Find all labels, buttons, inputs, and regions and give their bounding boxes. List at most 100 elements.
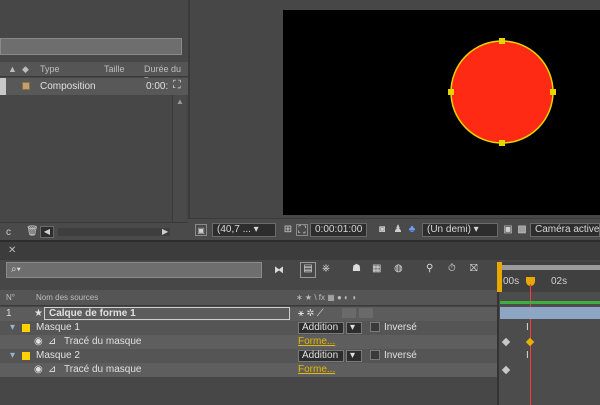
always-preview-icon[interactable]: ▣ xyxy=(195,224,207,236)
project-footer: c 🗑 ◀ ▶ xyxy=(0,222,188,240)
motion-blur-icon[interactable]: ◍ xyxy=(394,263,403,274)
mask-inverted-checkbox[interactable] xyxy=(370,350,380,360)
scroll-up-arrow-icon[interactable]: ▲ xyxy=(176,97,184,106)
shape-layer-star-icon: ★ xyxy=(34,308,43,319)
label-color-swatch[interactable] xyxy=(22,82,30,90)
mask-vertex-top[interactable] xyxy=(499,38,505,44)
switch-slot-b[interactable] xyxy=(359,308,373,318)
mask-path-name: Tracé du masque xyxy=(64,336,142,347)
timeline-column-header: N° Nom des sources ∗ ★ \ fx ▦ ● ◐ ◑ xyxy=(0,290,497,306)
mask-row[interactable]: ▾ Masque 2 Addition ▾ Inversé xyxy=(0,349,497,363)
show-snapshot-icon[interactable]: ♟ xyxy=(392,224,404,236)
live-update-icon[interactable]: ▤ xyxy=(300,262,316,278)
mask-path-name: Tracé du masque xyxy=(64,364,142,375)
mask-vertex-right[interactable] xyxy=(550,89,556,95)
column-size[interactable]: Taille xyxy=(104,64,125,74)
project-horizontal-scrollbar[interactable] xyxy=(58,228,170,236)
composition-viewer[interactable] xyxy=(283,10,600,215)
fit-frame-icon[interactable]: ⊞ xyxy=(282,224,294,236)
timecode-display[interactable]: 0:00:01:00 xyxy=(310,223,368,237)
mask-row[interactable]: ▾ Masque 1 Addition ▾ Inversé xyxy=(0,321,497,335)
mask-mode-dropdown[interactable]: Addition xyxy=(298,322,344,334)
stopwatch-icon[interactable]: ⏱ xyxy=(448,263,456,274)
close-tab-icon[interactable]: ✕ xyxy=(8,245,16,256)
mask-inverted-label: Inversé xyxy=(384,322,417,333)
channel-rgb-icon[interactable]: ♣ xyxy=(406,224,418,236)
render-bar xyxy=(500,301,600,304)
resolution-value: (Un demi) xyxy=(427,224,471,235)
mask-mode-arrow-icon[interactable]: ▾ xyxy=(346,322,362,334)
layer-name-field[interactable]: Calque de forme 1 xyxy=(44,307,290,320)
mask-mode-dropdown[interactable]: Addition xyxy=(298,350,344,362)
mask-path-value[interactable]: Forme... xyxy=(298,364,335,375)
keyframe-beam-icon: I xyxy=(526,350,529,361)
mask-name[interactable]: Masque 2 xyxy=(36,350,80,361)
mask-path-row[interactable]: ◉ ⊿ Tracé du masque Forme... xyxy=(0,363,497,377)
path-icon: ⊿ xyxy=(48,364,57,375)
resolution-dropdown[interactable]: (Un demi) ▾ xyxy=(422,223,498,237)
time-label-2s: 02s xyxy=(551,276,568,287)
search-icon: ⌕▾ xyxy=(11,264,21,275)
row-selection-edge xyxy=(0,78,6,95)
project-item-name: Composition xyxy=(40,81,96,92)
column-number[interactable]: N° xyxy=(6,293,15,302)
trash-icon[interactable]: 🗑 xyxy=(26,226,39,237)
brainstorm-icon[interactable]: ⛝ xyxy=(470,263,478,274)
shape-layer-circle[interactable] xyxy=(450,40,554,144)
column-switches[interactable]: ∗ ★ \ fx ▦ ● ◐ ◑ xyxy=(296,293,356,302)
camera-dropdown[interactable]: Caméra active xyxy=(530,223,600,237)
column-source-name[interactable]: Nom des sources xyxy=(36,293,98,302)
mask-color-swatch[interactable] xyxy=(22,352,30,360)
work-area-bar[interactable] xyxy=(500,265,600,270)
mask-path-value[interactable]: Forme... xyxy=(298,336,335,347)
stopwatch-icon[interactable]: ◉ xyxy=(34,364,43,375)
composition-canvas[interactable] xyxy=(283,10,600,215)
label-tag-icon[interactable]: ◆ xyxy=(22,64,29,75)
layer-duration-bar[interactable] xyxy=(500,307,600,319)
layer-switches-icon[interactable]: ⚹ ✲ ⟋ xyxy=(298,308,324,319)
expand-mask-icon[interactable]: ▾ xyxy=(10,322,15,333)
transparency-grid-icon[interactable]: ▩ xyxy=(516,224,528,236)
timeline-tab-bar: ✕ xyxy=(0,242,600,260)
layer-number: 1 xyxy=(6,308,12,319)
view-options-icon[interactable]: ▣ xyxy=(502,224,514,236)
mask-name[interactable]: Masque 1 xyxy=(36,322,80,333)
layer-row[interactable]: 1 ★ Calque de forme 1 ⚹ ✲ ⟋ xyxy=(0,307,497,321)
time-label-start: 00s xyxy=(503,276,520,287)
flowchart-icon[interactable]: ⛶ xyxy=(173,79,181,92)
column-type[interactable]: Type xyxy=(40,64,60,74)
mask-mode-arrow-icon[interactable]: ▾ xyxy=(346,350,362,362)
frame-blending-icon[interactable]: ▦ xyxy=(372,263,381,274)
mask-vertex-bottom[interactable] xyxy=(499,140,505,146)
snapshot-camera-icon[interactable]: ◙ xyxy=(376,224,388,236)
composition-toolbar: ▣ (40,7 ... ▾ ⊞ ⛶ 0:00:01:00 ◙ ♟ ♣ (Un d… xyxy=(188,218,600,240)
mask-color-swatch[interactable] xyxy=(22,324,30,332)
work-area-start-handle[interactable] xyxy=(497,262,502,292)
zoom-value: (40,7 ... xyxy=(217,224,251,235)
hide-shy-layers-icon[interactable]: ☗ xyxy=(352,263,361,274)
draft-3d-icon[interactable]: ⎈ xyxy=(322,263,330,274)
project-search-input[interactable] xyxy=(0,38,182,55)
zoom-dropdown[interactable]: (40,7 ... ▾ xyxy=(212,223,276,237)
expand-mask-icon[interactable]: ▾ xyxy=(10,350,15,361)
interpret-footage-icon[interactable]: c xyxy=(6,227,11,238)
mask-vertex-left[interactable] xyxy=(448,89,454,95)
keyframe-beam-icon: I xyxy=(526,322,529,333)
mask-path-row[interactable]: ◉ ⊿ Tracé du masque Forme... xyxy=(0,335,497,349)
mask-inverted-checkbox[interactable] xyxy=(370,322,380,332)
timeline-search-input[interactable]: ⌕▾ xyxy=(6,262,262,278)
mask-inverted-label: Inversé xyxy=(384,350,417,361)
stopwatch-icon[interactable]: ◉ xyxy=(34,336,43,347)
color-depth-button[interactable]: ◀ xyxy=(40,226,54,238)
project-item-row[interactable]: Composition 0:00: ⛶ xyxy=(0,78,188,95)
region-of-interest-icon[interactable]: ⛶ xyxy=(296,224,308,236)
scroll-right-arrow-icon[interactable]: ▶ xyxy=(162,227,168,236)
comp-mini-flowchart-icon[interactable]: ⧓ xyxy=(274,265,284,276)
switch-slot-a[interactable] xyxy=(342,308,356,318)
sort-up-icon[interactable]: ▲ xyxy=(8,64,17,74)
project-column-header: ▲ ◆ Type Taille Durée du n xyxy=(0,62,188,84)
graph-editor-icon[interactable]: ⚲ xyxy=(426,263,433,274)
project-panel xyxy=(0,0,188,240)
project-item-duration: 0:00: xyxy=(146,81,169,92)
project-scrollbar[interactable]: ▲ xyxy=(172,95,186,225)
